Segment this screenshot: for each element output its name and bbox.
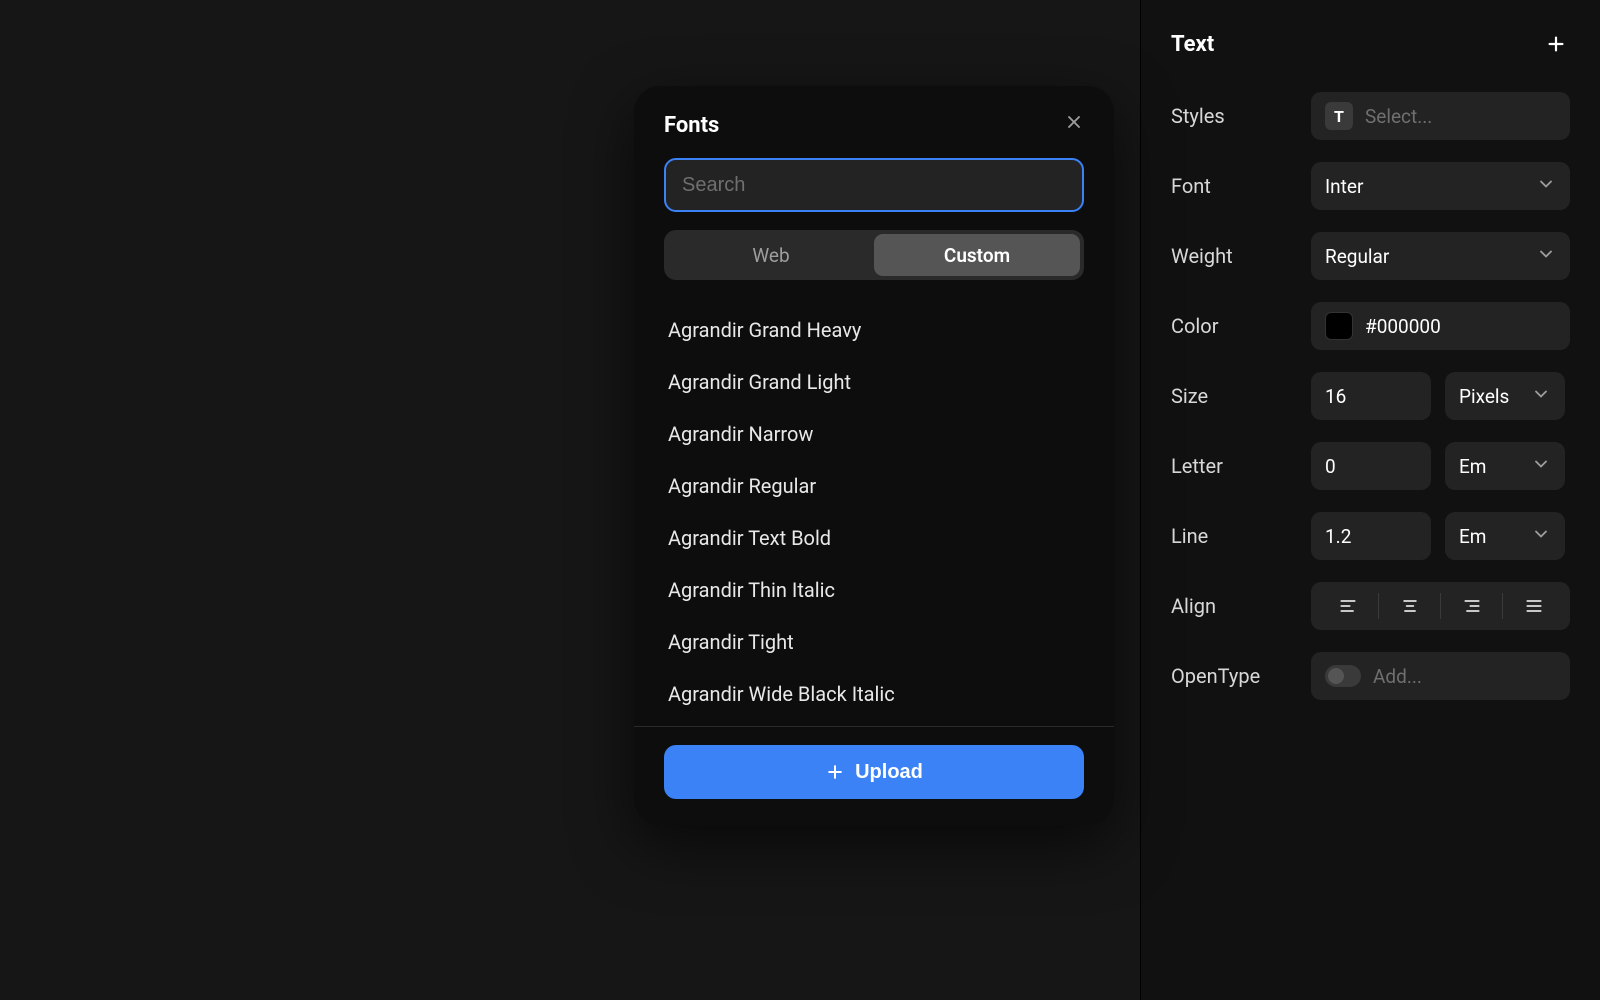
chevron-down-icon	[1536, 174, 1556, 199]
chevron-down-icon	[1531, 384, 1551, 409]
label-align: Align	[1171, 594, 1311, 618]
font-size-unit-select[interactable]: Pixels	[1445, 372, 1565, 420]
line-height-value: 1.2	[1325, 525, 1351, 548]
line-height-unit-select[interactable]: Em	[1445, 512, 1565, 560]
label-weight: Weight	[1171, 244, 1311, 268]
toggle-icon	[1325, 665, 1361, 687]
font-size-value: 16	[1325, 385, 1346, 408]
font-size-input[interactable]: 16	[1311, 372, 1431, 420]
upload-font-button[interactable]: Upload	[664, 745, 1084, 799]
fonts-popover: Fonts Web Custom Agrandir Grand Heavy Ag…	[634, 86, 1114, 825]
label-size: Size	[1171, 384, 1311, 408]
opentype-select[interactable]: Add...	[1311, 652, 1570, 700]
add-text-style-button[interactable]	[1542, 30, 1570, 58]
opentype-placeholder: Add...	[1373, 665, 1422, 688]
font-source-tabs: Web Custom	[664, 230, 1084, 280]
label-styles: Styles	[1171, 104, 1311, 128]
font-list-item[interactable]: Agrandir Wide Black Italic	[664, 668, 1084, 720]
upload-button-label: Upload	[855, 761, 923, 784]
text-style-icon: T	[1325, 102, 1353, 130]
plus-icon	[1545, 33, 1567, 55]
font-list-item[interactable]: Agrandir Grand Heavy	[664, 304, 1084, 356]
font-list-item[interactable]: Agrandir Text Bold	[664, 512, 1084, 564]
font-list-item[interactable]: Agrandir Regular	[664, 460, 1084, 512]
text-panel: Text Styles T Select... Font Inter	[1140, 0, 1600, 1000]
align-center-icon	[1400, 596, 1420, 616]
label-color: Color	[1171, 314, 1311, 338]
align-left-button[interactable]	[1317, 592, 1378, 621]
color-hex-value: #000000	[1365, 315, 1441, 338]
chevron-down-icon	[1531, 524, 1551, 549]
text-color-input[interactable]: #000000	[1311, 302, 1570, 350]
tab-custom[interactable]: Custom	[874, 234, 1080, 276]
label-font: Font	[1171, 174, 1311, 198]
font-search-input[interactable]	[664, 158, 1084, 212]
align-right-button[interactable]	[1441, 592, 1502, 621]
letter-spacing-unit-select[interactable]: Em	[1445, 442, 1565, 490]
label-letter: Letter	[1171, 454, 1311, 478]
close-icon[interactable]	[1064, 112, 1084, 138]
line-height-input[interactable]: 1.2	[1311, 512, 1431, 560]
label-line: Line	[1171, 524, 1311, 548]
text-section-title: Text	[1171, 32, 1214, 57]
font-weight-value: Regular	[1325, 245, 1389, 268]
font-family-select[interactable]: Inter	[1311, 162, 1570, 210]
align-left-icon	[1338, 596, 1358, 616]
letter-spacing-value: 0	[1325, 455, 1336, 478]
font-list: Agrandir Grand Heavy Agrandir Grand Ligh…	[664, 304, 1084, 720]
align-right-icon	[1462, 596, 1482, 616]
color-swatch	[1325, 312, 1353, 340]
chevron-down-icon	[1531, 454, 1551, 479]
font-list-item[interactable]: Agrandir Narrow	[664, 408, 1084, 460]
align-center-button[interactable]	[1379, 592, 1440, 621]
plus-icon	[825, 762, 845, 782]
font-size-unit-value: Pixels	[1459, 385, 1509, 408]
label-opentype: OpenType	[1171, 664, 1311, 688]
font-weight-select[interactable]: Regular	[1311, 232, 1570, 280]
font-list-item[interactable]: Agrandir Thin Italic	[664, 564, 1084, 616]
line-height-unit-value: Em	[1459, 525, 1486, 548]
align-justify-icon	[1524, 596, 1544, 616]
styles-placeholder: Select...	[1365, 105, 1432, 128]
tab-web[interactable]: Web	[668, 234, 874, 276]
styles-select[interactable]: T Select...	[1311, 92, 1570, 140]
letter-spacing-input[interactable]: 0	[1311, 442, 1431, 490]
letter-spacing-unit-value: Em	[1459, 455, 1486, 478]
font-list-item[interactable]: Agrandir Tight	[664, 616, 1084, 668]
align-justify-button[interactable]	[1503, 592, 1564, 621]
fonts-popover-title: Fonts	[664, 113, 719, 138]
text-align-group	[1311, 582, 1570, 630]
chevron-down-icon	[1536, 244, 1556, 269]
canvas-area: Fonts Web Custom Agrandir Grand Heavy Ag…	[0, 0, 1140, 1000]
font-family-value: Inter	[1325, 175, 1363, 198]
font-list-item[interactable]: Agrandir Grand Light	[664, 356, 1084, 408]
